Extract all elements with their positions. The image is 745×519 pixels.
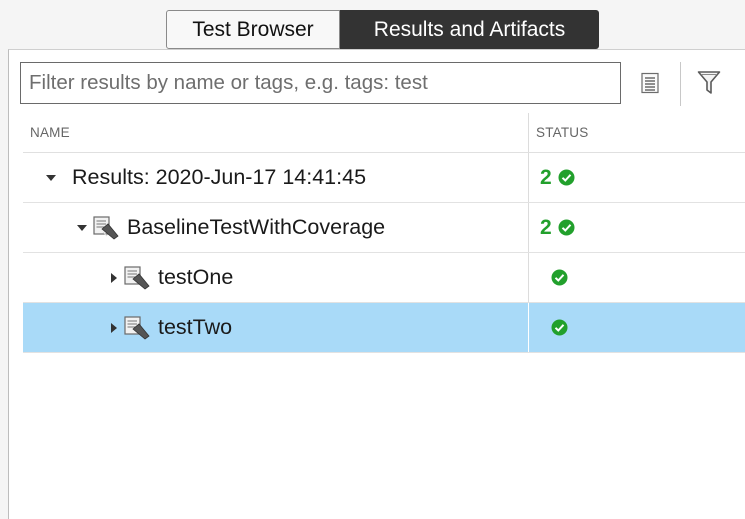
row-label: testTwo bbox=[158, 315, 233, 339]
test-class-icon bbox=[93, 215, 119, 240]
list-view-icon[interactable] bbox=[635, 68, 665, 98]
table-row[interactable]: BaselineTestWithCoverage 2 bbox=[23, 203, 745, 253]
filter-results-input[interactable] bbox=[20, 62, 621, 104]
expand-arrow-icon[interactable] bbox=[107, 271, 121, 285]
table-row[interactable]: Results: 2020-Jun-17 14:41:45 2 bbox=[23, 153, 745, 203]
results-table: NAME STATUS Results: 2020-Jun-17 14:41:4… bbox=[23, 113, 745, 353]
passed-check-icon bbox=[551, 319, 568, 336]
tab-strip: Test Browser Results and Artifacts bbox=[166, 10, 599, 49]
test-method-icon bbox=[124, 265, 150, 290]
toolbar bbox=[20, 62, 745, 106]
passed-check-icon bbox=[558, 169, 575, 186]
row-label: BaselineTestWithCoverage bbox=[127, 215, 386, 239]
tab-test-browser[interactable]: Test Browser bbox=[166, 10, 340, 49]
passed-check-icon bbox=[551, 269, 568, 286]
expand-arrow-icon[interactable] bbox=[107, 321, 121, 335]
row-label: Results: 2020-Jun-17 14:41:45 bbox=[72, 165, 367, 189]
collapse-arrow-icon[interactable] bbox=[75, 221, 89, 235]
table-row-selected[interactable]: testTwo bbox=[23, 303, 745, 353]
funnel-filter-icon[interactable] bbox=[694, 68, 724, 98]
results-panel: NAME STATUS Results: 2020-Jun-17 14:41:4… bbox=[8, 49, 745, 519]
passed-count: 2 bbox=[540, 215, 552, 239]
column-header-status[interactable]: STATUS bbox=[529, 113, 588, 153]
passed-count: 2 bbox=[540, 165, 552, 189]
row-label: testOne bbox=[158, 265, 234, 289]
tab-results-and-artifacts[interactable]: Results and Artifacts bbox=[340, 10, 599, 49]
toolbar-separator bbox=[680, 62, 681, 106]
test-method-icon bbox=[124, 315, 150, 340]
table-header: NAME STATUS bbox=[23, 113, 745, 153]
passed-check-icon bbox=[558, 219, 575, 236]
column-header-name[interactable]: NAME bbox=[23, 113, 70, 153]
table-row[interactable]: testOne bbox=[23, 253, 745, 303]
collapse-arrow-icon[interactable] bbox=[44, 171, 58, 185]
